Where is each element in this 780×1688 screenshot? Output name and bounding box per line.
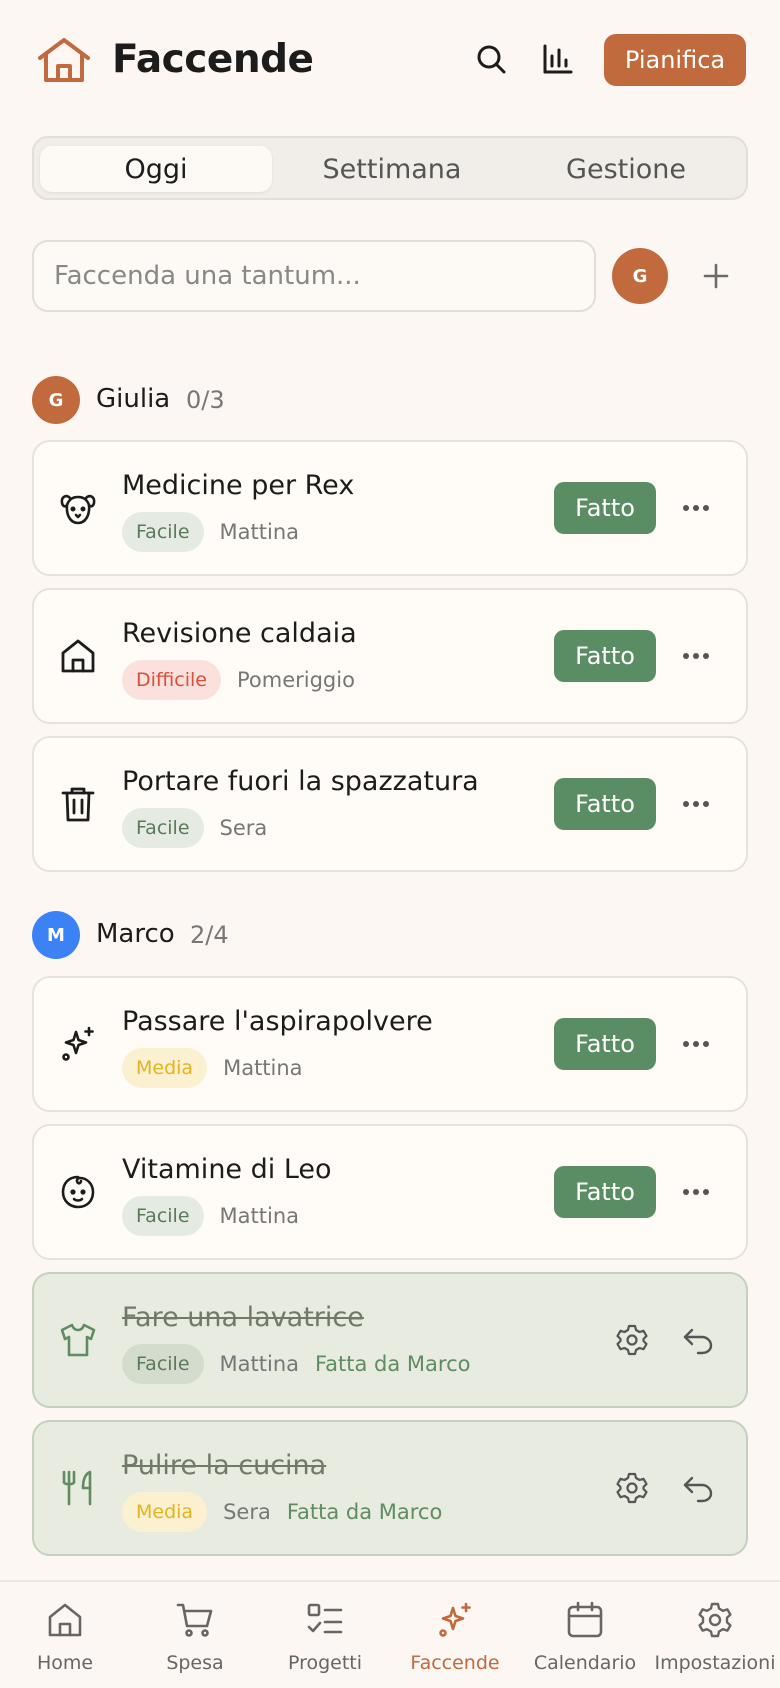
- chore-time: Pomeriggio: [236, 668, 355, 692]
- tab-oggi[interactable]: Oggi: [40, 146, 272, 192]
- chore-title: Medicine per Rex: [122, 470, 355, 501]
- group-name: Giulia: [96, 384, 171, 414]
- chore-card[interactable]: Revisione caldaia Difficile Pomeriggio F…: [32, 588, 748, 724]
- chore-meta: Media Sera Fatta da Marco: [122, 1492, 442, 1532]
- nav-item-progetti[interactable]: Progetti: [260, 1600, 390, 1680]
- list-check-icon: [307, 1603, 343, 1634]
- chore-title: Fare una lavatrice: [122, 1302, 364, 1333]
- more-icon[interactable]: [680, 1178, 712, 1206]
- chore-card[interactable]: Medicine per Rex Facile Mattina Fatto: [32, 440, 748, 576]
- more-icon[interactable]: [680, 790, 712, 818]
- chore-title: Revisione caldaia: [122, 618, 357, 649]
- baby-icon: [58, 1172, 98, 1212]
- chore-meta: Facile Mattina: [122, 1196, 299, 1236]
- chore-time: Mattina: [219, 520, 299, 544]
- plan-button[interactable]: Pianifica: [604, 34, 746, 86]
- chore-title: Portare fuori la spazzatura: [122, 766, 479, 797]
- quick-add-field-wrapper: [32, 240, 596, 312]
- done-button[interactable]: Fatto: [554, 1018, 656, 1070]
- gear-icon[interactable]: [614, 1322, 650, 1358]
- tab-settimana[interactable]: Settimana: [276, 146, 508, 192]
- view-tabs: Oggi Settimana Gestione: [32, 136, 748, 200]
- bottom-nav: Home Spesa Progetti Faccende Calendario: [0, 1580, 780, 1688]
- nav-item-spesa[interactable]: Spesa: [130, 1600, 260, 1680]
- chore-meta: Facile Mattina Fatta da Marco: [122, 1344, 470, 1384]
- undo-icon[interactable]: [680, 1470, 716, 1506]
- nav-label: Faccende: [410, 1652, 500, 1674]
- chore-meta: Facile Sera: [122, 808, 267, 848]
- assignee-avatar[interactable]: G: [612, 248, 668, 304]
- chore-card-done[interactable]: Pulire la cucina Media Sera Fatta da Mar…: [32, 1420, 748, 1556]
- more-icon[interactable]: [680, 642, 712, 670]
- avatar: M: [32, 911, 80, 959]
- difficulty-badge: Difficile: [122, 660, 221, 700]
- chore-card[interactable]: Passare l'aspirapolvere Media Mattina Fa…: [32, 976, 748, 1112]
- chore-time: Sera: [219, 816, 268, 840]
- group-name: Marco: [96, 919, 175, 949]
- done-button[interactable]: Fatto: [554, 630, 656, 682]
- sparkles-icon: [439, 1602, 471, 1637]
- tab-gestione[interactable]: Gestione: [510, 146, 742, 192]
- chore-card[interactable]: Portare fuori la spazzatura Facile Sera …: [32, 736, 748, 872]
- chore-time: Mattina: [219, 1204, 299, 1228]
- plus-icon[interactable]: [696, 256, 736, 296]
- gear-icon[interactable]: [614, 1470, 650, 1506]
- chore-time: Mattina: [219, 1352, 299, 1376]
- chore-title: Vitamine di Leo: [122, 1154, 332, 1185]
- nav-item-impostazioni[interactable]: Impostazioni: [650, 1600, 780, 1680]
- chore-time: Mattina: [223, 1056, 303, 1080]
- difficulty-badge: Facile: [122, 512, 204, 552]
- chore-meta: Difficile Pomeriggio: [122, 660, 355, 700]
- nav-item-faccende[interactable]: Faccende: [390, 1600, 520, 1680]
- nav-label: Home: [36, 1652, 94, 1674]
- calendar-icon: [567, 1601, 603, 1638]
- difficulty-badge: Facile: [122, 808, 204, 848]
- nav-label: Progetti: [287, 1652, 363, 1674]
- chore-card-done[interactable]: Fare una lavatrice Facile Mattina Fatta …: [32, 1272, 748, 1408]
- difficulty-badge: Media: [122, 1492, 208, 1532]
- trash-icon: [58, 784, 98, 824]
- group-count: 0/3: [186, 386, 225, 414]
- group-count: 2/4: [190, 921, 229, 949]
- difficulty-badge: Facile: [122, 1344, 204, 1384]
- app-header: Faccende Pianifica: [0, 0, 780, 120]
- more-icon[interactable]: [680, 1030, 712, 1058]
- nav-item-calendario[interactable]: Calendario: [520, 1600, 650, 1680]
- stats-icon[interactable]: [540, 42, 574, 76]
- nav-label: Spesa: [166, 1652, 224, 1674]
- avatar: G: [32, 376, 80, 424]
- done-button[interactable]: Fatto: [554, 1166, 656, 1218]
- done-button[interactable]: Fatto: [554, 778, 656, 830]
- done-button[interactable]: Fatto: [554, 482, 656, 534]
- chore-time: Sera: [223, 1500, 271, 1524]
- done-by-label: Fatta da Marco: [286, 1500, 443, 1524]
- nav-label: Impostazioni: [654, 1652, 776, 1674]
- shirt-icon: [58, 1320, 98, 1360]
- home-icon: [58, 636, 98, 676]
- nav-item-home[interactable]: Home: [0, 1600, 130, 1680]
- chore-meta: Facile Mattina: [122, 512, 299, 552]
- nav-label: Calendario: [533, 1652, 637, 1674]
- quick-add-input[interactable]: [34, 242, 594, 310]
- chore-meta: Media Mattina: [122, 1048, 303, 1088]
- home-icon: [48, 1603, 82, 1637]
- difficulty-badge: Media: [122, 1048, 208, 1088]
- chore-title: Passare l'aspirapolvere: [122, 1006, 433, 1037]
- difficulty-badge: Facile: [122, 1196, 204, 1236]
- chore-title: Pulire la cucina: [122, 1450, 327, 1481]
- undo-icon[interactable]: [680, 1322, 716, 1358]
- search-icon[interactable]: [474, 42, 508, 76]
- chore-card[interactable]: Vitamine di Leo Facile Mattina Fatto: [32, 1124, 748, 1260]
- app-title: Faccende: [112, 37, 314, 82]
- dog-icon: [58, 488, 98, 528]
- done-by-label: Fatta da Marco: [315, 1352, 471, 1376]
- cart-icon: [176, 1603, 213, 1637]
- house-logo-icon: [36, 36, 92, 84]
- utensils-icon: [58, 1468, 98, 1508]
- gear-icon: [698, 1602, 732, 1638]
- sparkles-icon: [58, 1024, 98, 1064]
- more-icon[interactable]: [680, 494, 712, 522]
